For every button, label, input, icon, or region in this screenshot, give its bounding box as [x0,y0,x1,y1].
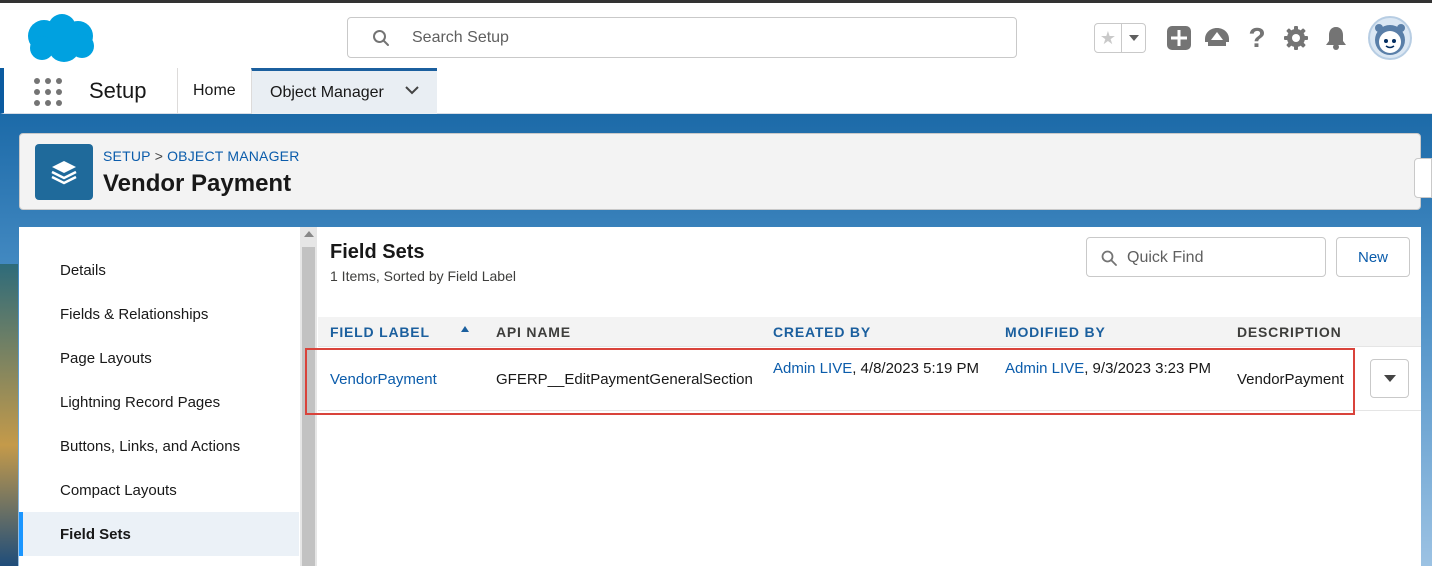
breadcrumb: SETUP > OBJECT MANAGER [103,148,300,164]
trailhead-icon [1205,28,1229,46]
favorite-star-icon[interactable]: ★ [1095,24,1122,52]
favorites-dropdown-button[interactable] [1122,24,1145,52]
side-panel-toggle[interactable] [1414,158,1432,198]
chevron-down-icon [1128,35,1139,41]
global-actions-button[interactable] [1165,24,1193,52]
table-row: VendorPayment GFERP__EditPaymentGeneralS… [318,347,1421,411]
modified-by-user-link[interactable]: Admin LIVE [1005,360,1084,377]
global-header: ★ ? [0,0,1432,68]
add-icon [1167,26,1191,50]
salesforce-logo-icon[interactable] [22,12,96,64]
breadcrumb-object-manager[interactable]: OBJECT MANAGER [167,148,299,164]
chevron-down-icon[interactable] [405,85,419,95]
sidebar-item-label: Details [60,261,106,279]
row-actions-button[interactable] [1370,359,1409,398]
breadcrumb-setup[interactable]: SETUP [103,148,151,164]
breadcrumb-separator: > [154,148,164,164]
notifications-button[interactable] [1322,24,1350,52]
column-created-by[interactable]: CREATED BY [773,324,871,340]
object-layers-icon [35,144,93,200]
sidebar-item-label: Lightning Record Pages [60,393,221,411]
quick-find-input[interactable] [1127,246,1317,270]
global-search[interactable] [347,17,1017,58]
search-icon [373,30,389,46]
sidebar-item-label: Fields & Relationships [60,305,209,323]
sidebar-item-fields-relationships[interactable]: Fields & Relationships [19,292,299,336]
new-button[interactable]: New [1336,237,1410,277]
created-by-date: , 4/8/2023 5:19 PM [852,360,979,377]
sidebar-item-compact-layouts[interactable]: Compact Layouts [19,468,299,512]
modified-by-date: , 9/3/2023 3:23 PM [1084,360,1211,377]
chevron-down-icon [1383,374,1396,382]
app-launcher-icon[interactable] [34,78,64,108]
sidebar-item-field-sets[interactable]: Field Sets [19,512,299,556]
help-icon: ? [1248,22,1266,53]
help-button[interactable]: ? [1243,24,1271,52]
field-label-link[interactable]: VendorPayment [330,369,437,391]
bell-icon [1326,27,1346,50]
tab-object-manager[interactable]: Object Manager [251,68,437,114]
sidebar-item-buttons-links-actions[interactable]: Buttons, Links, and Actions [19,424,299,468]
object-sidebar: Details Fields & Relationships Page Layo… [19,227,299,566]
tab-home[interactable]: Home [177,68,251,114]
scroll-up-arrow-icon[interactable] [304,231,314,237]
sidebar-item-label: Field Sets [60,525,131,543]
sidebar-item-label: Compact Layouts [60,481,177,499]
created-by-user-link[interactable]: Admin LIVE [773,360,852,377]
sidebar-item-label: Buttons, Links, and Actions [60,437,241,455]
app-name: Setup [89,78,147,103]
astro-avatar-icon [1375,24,1405,55]
app-nav-bar: Setup Home Object Manager [0,68,1432,114]
tab-object-manager-label: Object Manager [270,83,384,101]
column-description: DESCRIPTION [1237,324,1342,340]
section-subtitle: 1 Items, Sorted by Field Label [330,268,516,284]
sidebar-item-page-layouts[interactable]: Page Layouts [19,336,299,380]
user-avatar[interactable] [1368,16,1412,60]
favorites-control: ★ [1094,23,1146,53]
table-header: FIELD LABEL API NAME CREATED BY MODIFIED… [318,317,1421,347]
main-panel: Details Fields & Relationships Page Layo… [19,227,1421,566]
gear-icon [1284,26,1308,50]
sidebar-item-lightning-record-pages[interactable]: Lightning Record Pages [19,380,299,424]
column-api-name: API NAME [496,324,571,340]
created-by-cell: Admin LIVE, 4/8/2023 5:19 PM [773,358,993,380]
tab-home-label: Home [193,82,236,99]
scrollbar-thumb[interactable] [302,247,315,566]
description-cell: VendorPayment [1237,371,1344,388]
search-icon [1101,250,1117,266]
object-page-header: SETUP > OBJECT MANAGER Vendor Payment [19,133,1421,210]
api-name-cell: GFERP__EditPaymentGeneralSection [496,371,753,388]
page-title: Vendor Payment [103,170,292,197]
section-title: Field Sets [330,241,425,263]
sidebar-item-details[interactable]: Details [19,248,299,292]
quick-find[interactable] [1086,237,1326,277]
sidebar-item-label: Page Layouts [60,349,152,367]
sidebar-scrollbar[interactable] [300,227,317,566]
column-field-label[interactable]: FIELD LABEL [330,324,430,340]
setup-gear-button[interactable] [1282,24,1310,52]
sort-ascending-icon[interactable] [461,326,469,332]
trailhead-button[interactable] [1203,24,1231,52]
column-modified-by[interactable]: MODIFIED BY [1005,324,1106,340]
field-sets-content: Field Sets 1 Items, Sorted by Field Labe… [318,227,1421,566]
search-input[interactable] [412,24,1002,52]
modified-by-cell: Admin LIVE, 9/3/2023 3:23 PM [1005,358,1225,380]
